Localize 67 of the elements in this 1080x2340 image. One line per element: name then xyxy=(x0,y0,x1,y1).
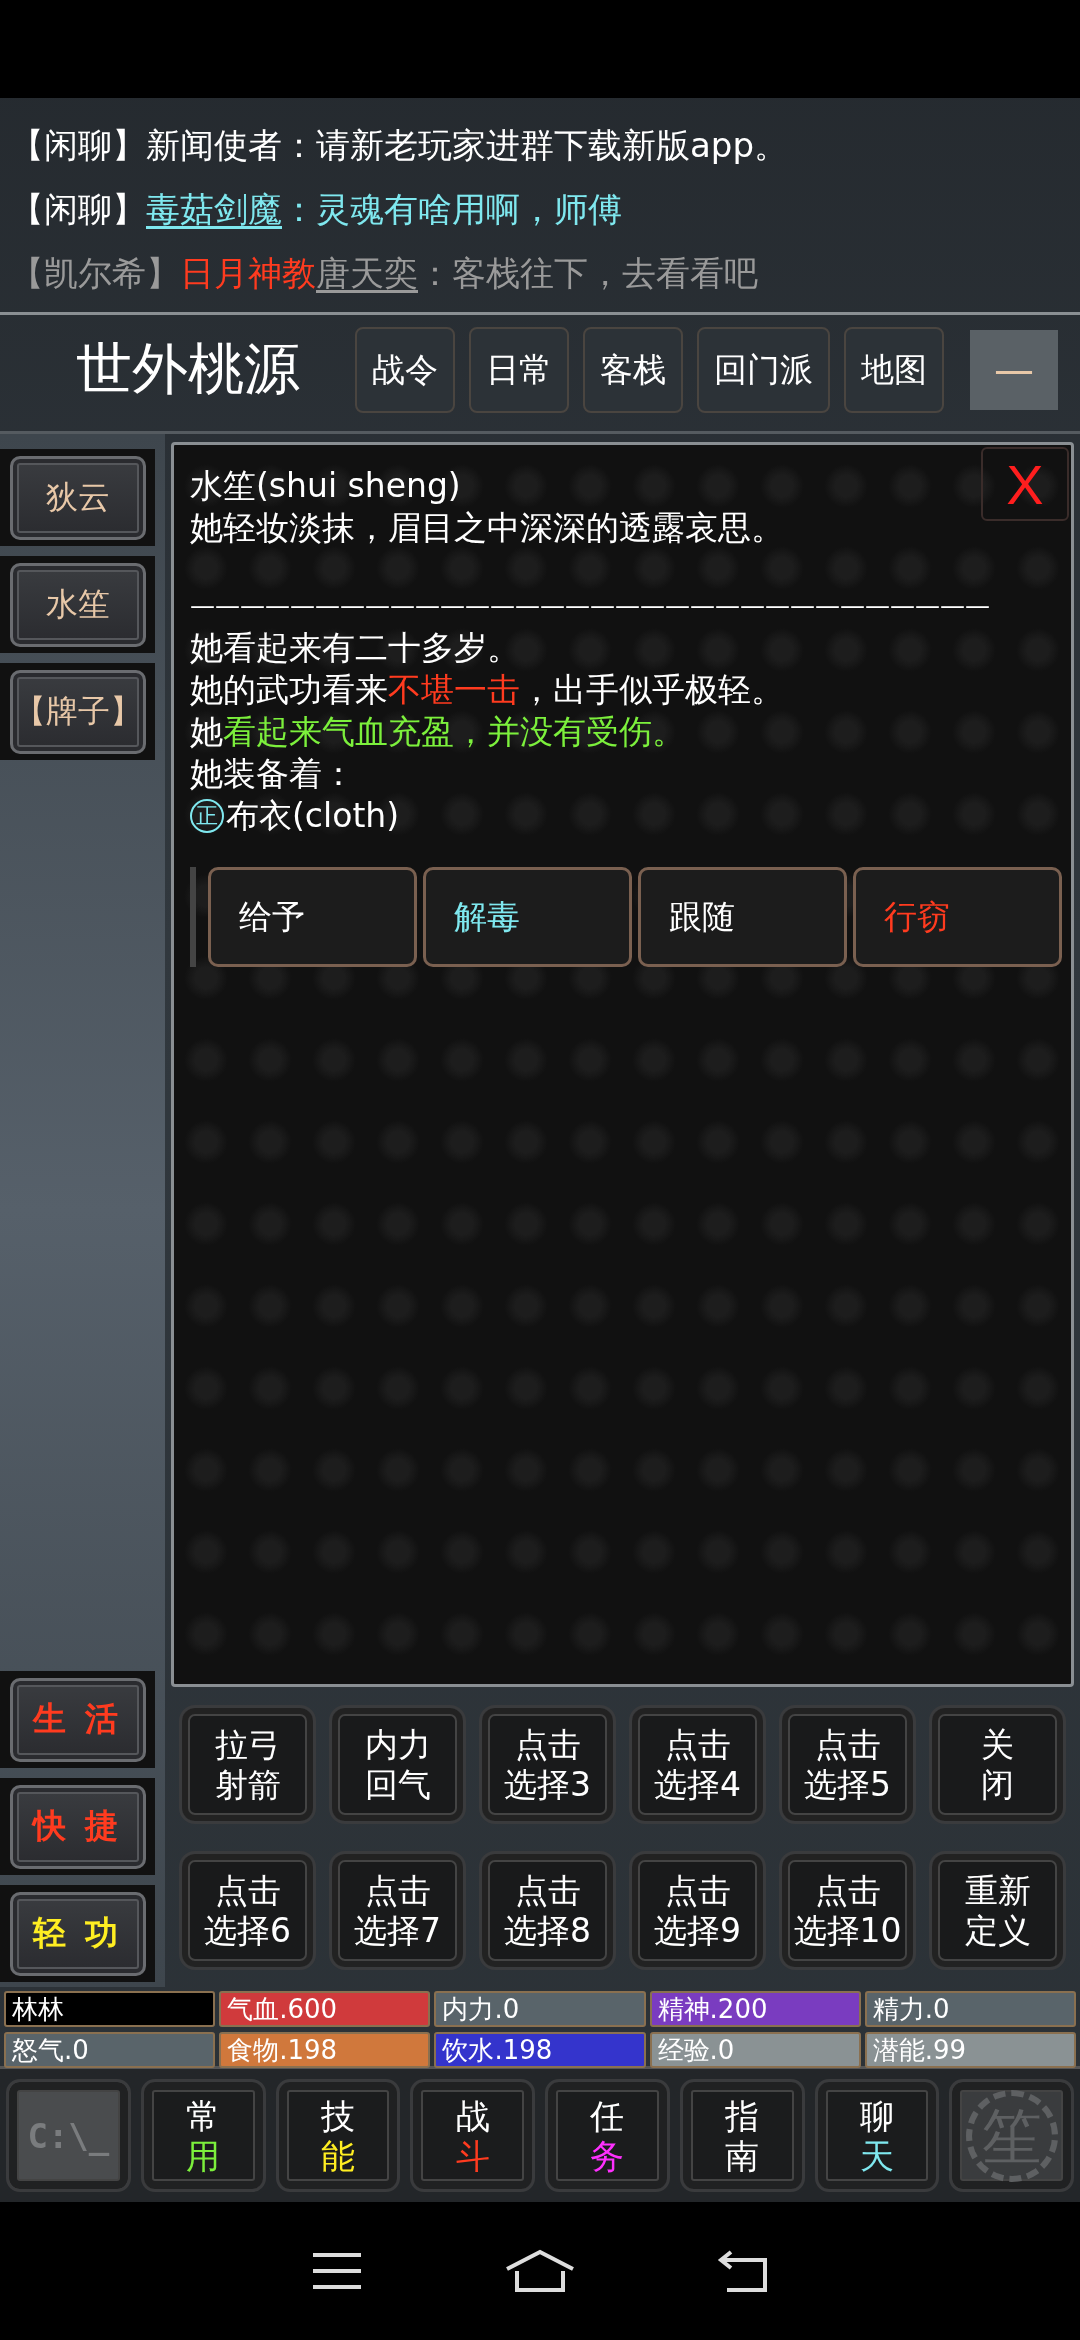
skill-button[interactable]: 点击 选择9 xyxy=(629,1851,766,1970)
nav-button[interactable]: 地图 xyxy=(844,327,944,413)
description-text: 她看起来气血充盈，并没有受伤。 xyxy=(190,711,685,753)
menu-tab[interactable]: 战 斗 xyxy=(410,2079,535,2192)
skill-button[interactable]: 点击 选择4 xyxy=(629,1705,766,1824)
description-text: 水笙(shui sheng) xyxy=(190,465,461,507)
chat-text: 新闻使者：请新老玩家进群下载新版app。 xyxy=(146,124,788,167)
stat-bar: 怒气.0 xyxy=(4,2032,216,2068)
menu-button[interactable]: 生 活 xyxy=(9,1677,146,1762)
skill-button[interactable]: 关 闭 xyxy=(929,1705,1066,1824)
skill-button[interactable]: 点击 选择7 xyxy=(329,1851,466,1970)
stat-bar: 气血.600 xyxy=(219,1991,431,2027)
skill-button[interactable]: 内力 回气 xyxy=(329,1705,466,1824)
player-link[interactable]: 毒菇剑魔 xyxy=(146,187,282,233)
npc-button[interactable]: 【牌子】 xyxy=(9,669,146,754)
action-button[interactable]: 给予 xyxy=(208,867,417,967)
menu-tab[interactable]: 任 务 xyxy=(545,2079,670,2192)
menu-button[interactable]: 快 捷 xyxy=(9,1784,146,1869)
chat-text: 【闲聊】 xyxy=(10,188,146,231)
chat-text: 日月神教 xyxy=(180,252,316,295)
skill-button[interactable]: 点击 选择3 xyxy=(479,1705,616,1824)
menu-tab[interactable]: 聊 天 xyxy=(814,2079,940,2192)
menu-tab[interactable]: 技 能 xyxy=(275,2079,401,2192)
stat-bar: 饮水.198 xyxy=(434,2032,646,2068)
stat-bar: 经验.0 xyxy=(649,2032,861,2068)
chat-text: 【凯尔希】 xyxy=(10,252,180,295)
action-button[interactable]: 跟随 xyxy=(638,867,847,967)
minimize-button[interactable]: — xyxy=(970,330,1058,410)
location-title: 世外桃源 xyxy=(76,335,301,403)
action-button[interactable]: 解毒 xyxy=(423,867,632,967)
skill-button[interactable]: 点击 选择8 xyxy=(479,1851,616,1970)
description-text: 她看起来有二十多岁。 xyxy=(190,627,520,669)
npc-button[interactable]: 水笙 xyxy=(9,562,146,647)
nav-button[interactable]: 日常 xyxy=(469,327,569,413)
nav-button[interactable]: 战令 xyxy=(355,327,455,413)
chat-text: ：客栈往下，去看看吧 xyxy=(418,252,758,295)
skill-button[interactable]: 拉弓 射箭 xyxy=(179,1705,316,1824)
chat-text: 【闲聊】 xyxy=(10,124,146,167)
menu-button[interactable]: 轻 功 xyxy=(9,1891,146,1976)
stat-bar: 内力.0 xyxy=(434,1991,646,2027)
description-text: 她轻妆淡抹，眉目之中深深的透露哀思。 xyxy=(190,507,784,549)
skill-button[interactable]: 点击 选择6 xyxy=(179,1851,316,1970)
stat-bar: 食物.198 xyxy=(219,2032,431,2068)
equipped-badge: 正 xyxy=(190,799,224,833)
stat-bar: 林林 xyxy=(4,1991,216,2027)
npc-button[interactable]: 狄云 xyxy=(9,455,146,540)
chat-text: ：灵魂有啥用啊，师傅 xyxy=(282,188,622,231)
description-text: 她的武功看来不堪一击，出手似乎极轻。 xyxy=(190,669,784,711)
menu-icon[interactable] xyxy=(310,2251,363,2291)
skill-button[interactable]: 点击 选择5 xyxy=(779,1705,916,1824)
equipment-link[interactable]: 布衣(cloth) xyxy=(226,795,400,837)
stat-bar: 精力.0 xyxy=(864,1991,1076,2027)
menu-tab[interactable]: 指 南 xyxy=(679,2079,805,2192)
nav-button[interactable]: 回门派 xyxy=(697,327,830,413)
menu-tab[interactable]: 常 用 xyxy=(140,2079,266,2192)
nav-button[interactable]: 客栈 xyxy=(583,327,683,413)
player-link[interactable]: 唐天奕 xyxy=(316,251,418,297)
back-icon[interactable] xyxy=(717,2250,770,2292)
stat-bar: 潜能.99 xyxy=(864,2032,1076,2068)
divider-text: ———————————————————————————————— xyxy=(190,590,990,622)
skill-button[interactable]: 重新 定义 xyxy=(929,1851,1066,1970)
action-button[interactable]: 行窃 xyxy=(853,867,1062,967)
skill-button[interactable]: 点击 选择10 xyxy=(779,1851,916,1970)
description-text: 她装备着： xyxy=(190,753,355,795)
close-button[interactable]: X xyxy=(981,447,1069,521)
stat-bar: 精神.200 xyxy=(649,1991,861,2027)
home-icon[interactable] xyxy=(504,2249,576,2293)
